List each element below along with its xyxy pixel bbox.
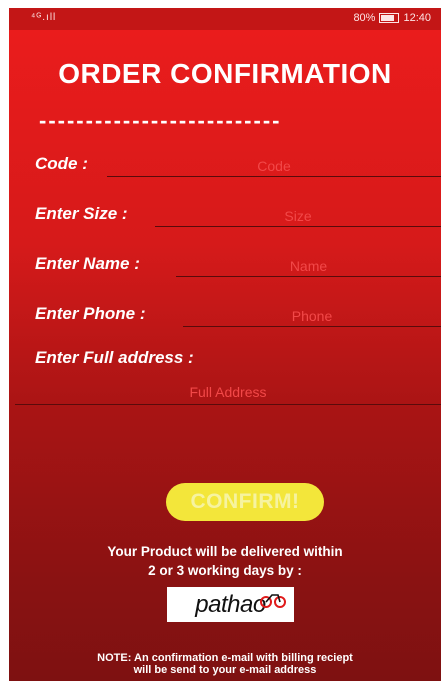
confirm-button[interactable]: CONFIRM! (166, 483, 324, 521)
delivery-info: Your Product will be delivered within 2 … (9, 542, 441, 580)
battery-icon (379, 13, 400, 23)
motorbike-icon (260, 594, 286, 608)
code-label: Code : (35, 154, 88, 173)
pathao-logo-text: pathao (195, 590, 266, 618)
page-title: ORDER CONFIRMATION (58, 58, 392, 89)
name-input[interactable] (176, 256, 441, 277)
size-input[interactable] (155, 206, 441, 227)
status-right: 80% 12:40 (353, 12, 431, 24)
pathao-logo: pathao (167, 587, 294, 622)
size-label: Enter Size : (35, 204, 128, 223)
address-input[interactable] (15, 380, 441, 405)
status-bar: ⁴ᴳ.ıll 80% 12:40 (9, 8, 441, 30)
phone-label: Enter Phone : (35, 304, 146, 323)
phone-input[interactable] (183, 306, 441, 327)
app-screen: ⁴ᴳ.ıll 80% 12:40 ORDER CONFIRMATION ----… (9, 8, 441, 681)
note-line-1: NOTE: An confirmation e-mail with billin… (97, 652, 353, 664)
title-divider: -------------------------- (39, 108, 282, 133)
note-text: NOTE: An confirmation e-mail with billin… (9, 652, 441, 676)
note-line-2: will be send to your e-mail address (133, 664, 317, 676)
delivery-line-2: 2 or 3 working days by : (148, 563, 302, 578)
name-label: Enter Name : (35, 254, 140, 273)
signal-icon: ⁴ᴳ.ıll (31, 12, 57, 23)
delivery-line-1: Your Product will be delivered within (107, 544, 343, 559)
code-input[interactable] (107, 156, 441, 177)
battery-percent: 80% (353, 12, 376, 24)
clock: 12:40 (403, 12, 431, 24)
address-label: Enter Full address : (35, 348, 194, 367)
